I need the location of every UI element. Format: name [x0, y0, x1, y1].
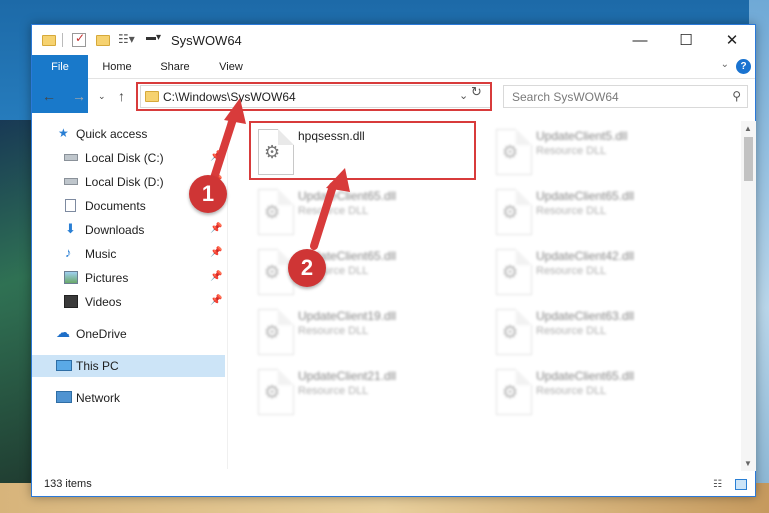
arrow-2-shaft — [310, 182, 337, 250]
arrow-1-shaft — [210, 112, 238, 182]
step-2-badge: 2 — [288, 249, 326, 287]
arrow-1-head — [224, 98, 246, 124]
arrow-2-head — [326, 168, 350, 192]
step-1-badge: 1 — [189, 175, 227, 213]
annotation-arrows — [210, 98, 350, 250]
